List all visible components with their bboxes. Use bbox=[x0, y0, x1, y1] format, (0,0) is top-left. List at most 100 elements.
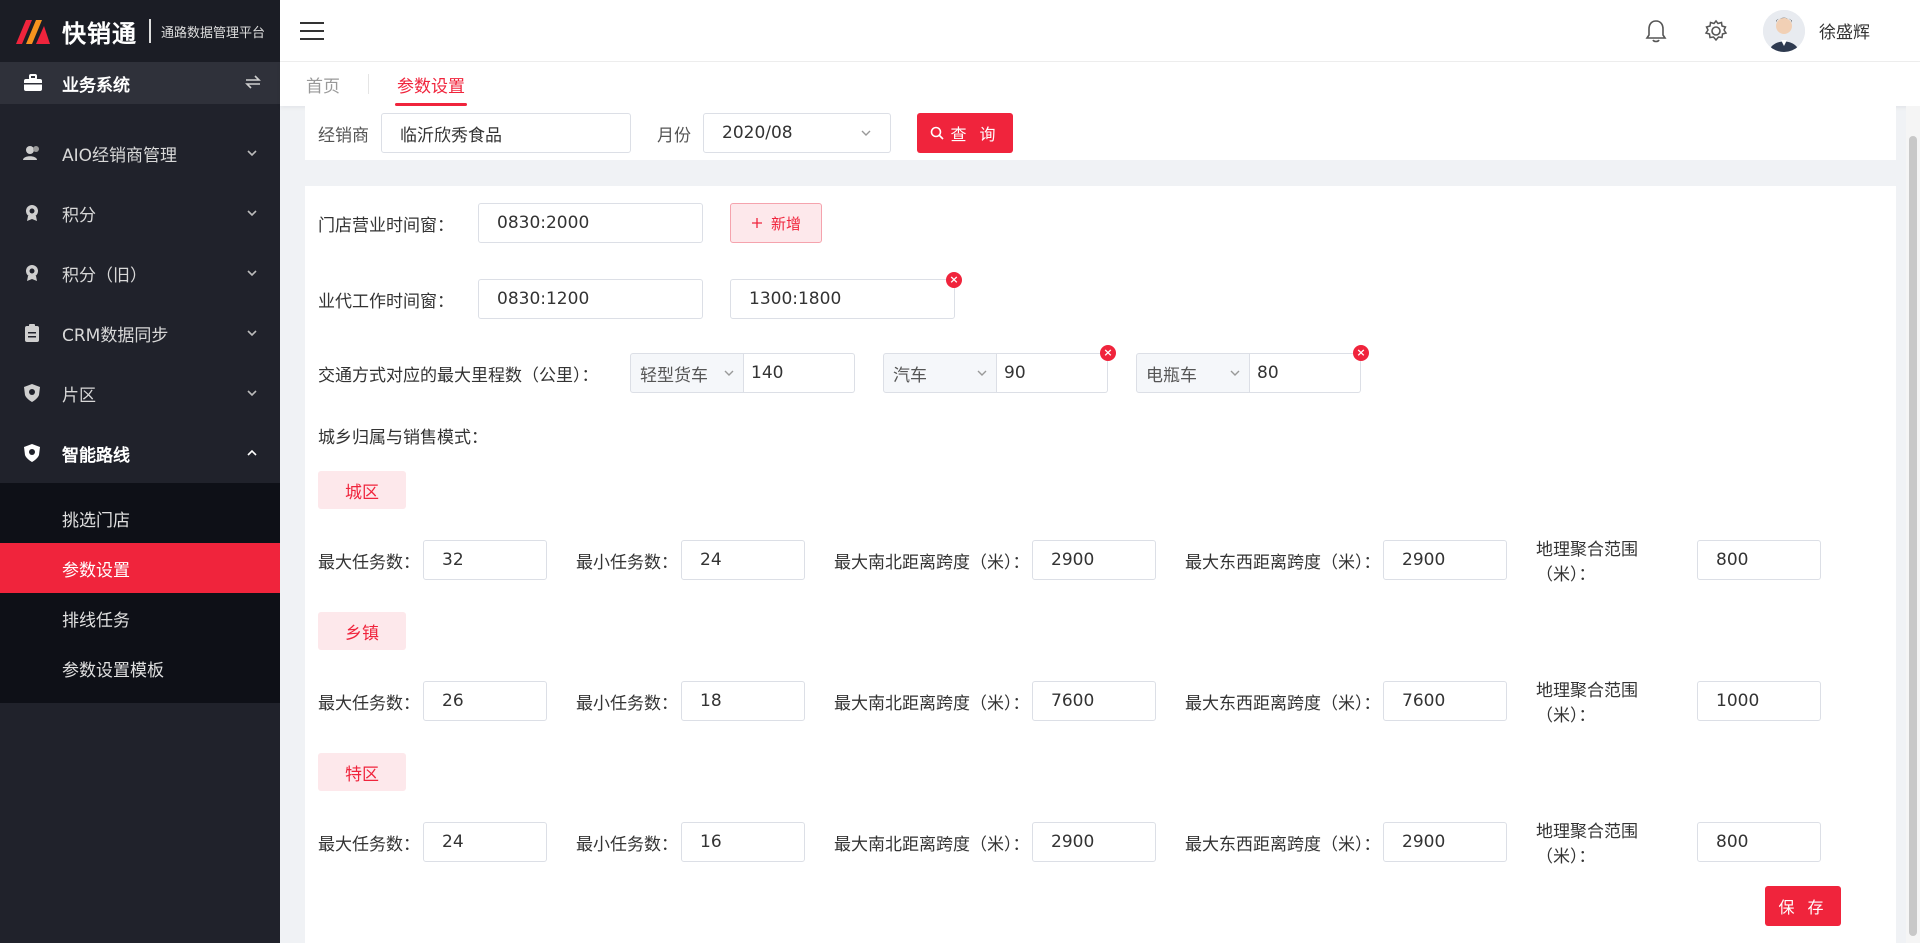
min-tasks-input[interactable]: 18 bbox=[681, 681, 805, 721]
cluster-value: 1000 bbox=[1716, 691, 1760, 711]
bell-icon[interactable] bbox=[1643, 18, 1669, 44]
switch-icon[interactable] bbox=[244, 73, 262, 94]
min-tasks-input[interactable]: 24 bbox=[681, 540, 805, 580]
ew-span-input[interactable]: 2900 bbox=[1383, 822, 1507, 862]
user-name[interactable]: 徐盛辉 bbox=[1819, 18, 1870, 43]
search-icon bbox=[931, 126, 945, 140]
transport-row: 交通方式对应的最大里程数（公里）： 轻型货车 140 汽车 90 × 电瓶车 8… bbox=[318, 345, 1369, 393]
sidebar-item-select-store[interactable]: 挑选门店 bbox=[0, 493, 280, 543]
transport-mode-select[interactable]: 电瓶车 bbox=[1136, 353, 1250, 393]
sidebar-item-label: CRM数据同步 bbox=[62, 325, 169, 346]
app-name: 快销通 bbox=[62, 19, 137, 48]
cluster-label: 地理聚合范围（米）： bbox=[1536, 540, 1638, 585]
remove-icon[interactable]: × bbox=[946, 272, 962, 288]
query-label: 查 询 bbox=[950, 125, 1000, 144]
medal-icon bbox=[22, 263, 42, 283]
logo: 快销通 通路数据管理平台 bbox=[0, 0, 280, 62]
sidebar-item-points[interactable]: 积分 bbox=[0, 183, 280, 243]
ns-span-input[interactable]: 2900 bbox=[1032, 540, 1156, 580]
cluster-input[interactable]: 800 bbox=[1697, 822, 1821, 862]
ns-span-field: 最大南北距离跨度（米）： 2900 bbox=[834, 822, 1185, 862]
store-hours-input[interactable]: 0830:2000 bbox=[478, 203, 703, 243]
ew-span-input[interactable]: 7600 bbox=[1383, 681, 1507, 721]
save-label: 保 存 bbox=[1778, 898, 1828, 917]
agent-hours-input-2[interactable]: 1300:1800 × bbox=[730, 272, 962, 319]
min-tasks-input[interactable]: 16 bbox=[681, 822, 805, 862]
cluster-field: 地理聚合范围（米）： 800 bbox=[1536, 817, 1821, 867]
max-tasks-input[interactable]: 24 bbox=[423, 822, 547, 862]
sidebar-item-route-task[interactable]: 排线任务 bbox=[0, 593, 280, 643]
tab-param-settings[interactable]: 参数设置 bbox=[395, 62, 467, 106]
ns-span-label: 最大南北距离跨度（米）： bbox=[834, 834, 1030, 855]
remove-icon[interactable]: × bbox=[1100, 345, 1116, 361]
zone-fields-special: 最大任务数： 24 最小任务数： 16 最大南北距离跨度（米）： 2900 最大东西距… bbox=[318, 817, 1821, 867]
transport-mode-value: 轻型货车 bbox=[640, 365, 708, 386]
chevron-down-icon bbox=[724, 370, 734, 376]
transport-distance-input[interactable]: 80 bbox=[1250, 353, 1361, 393]
system-switcher[interactable]: 业务系统 bbox=[0, 62, 280, 104]
shield-icon bbox=[22, 443, 42, 463]
shield-icon bbox=[22, 383, 42, 403]
min-tasks-value: 16 bbox=[700, 832, 722, 852]
ew-span-value: 2900 bbox=[1402, 550, 1446, 570]
tab-home[interactable]: 首页 bbox=[304, 62, 342, 106]
gear-icon[interactable] bbox=[1703, 18, 1729, 44]
max-tasks-input[interactable]: 32 bbox=[423, 540, 547, 580]
agent-hours-value: 1300:1800 bbox=[749, 289, 842, 309]
zone-tag-urban: 城区 bbox=[318, 471, 406, 509]
store-hours-label: 门店营业时间窗： bbox=[318, 215, 454, 236]
max-tasks-value: 32 bbox=[442, 550, 464, 570]
sidebar-item-smart-route[interactable]: 智能路线 bbox=[0, 423, 280, 483]
max-tasks-input[interactable]: 26 bbox=[423, 681, 547, 721]
sidebar-item-points-old[interactable]: 积分（旧） bbox=[0, 243, 280, 303]
transport-distance-value: 140 bbox=[751, 363, 784, 383]
agent-hours-input-1[interactable]: 0830:1200 bbox=[478, 279, 703, 319]
save-button[interactable]: 保 存 bbox=[1765, 886, 1841, 926]
menu-toggle-icon[interactable] bbox=[300, 21, 324, 40]
cluster-input[interactable]: 800 bbox=[1697, 540, 1821, 580]
min-tasks-field: 最小任务数： 24 bbox=[576, 540, 834, 580]
sidebar-item-param-settings[interactable]: 参数设置 bbox=[0, 543, 280, 593]
page-tabs: 首页 参数设置 bbox=[280, 62, 1920, 106]
remove-icon[interactable]: × bbox=[1353, 345, 1369, 361]
plus-icon bbox=[751, 218, 762, 228]
transport-mode-select[interactable]: 汽车 bbox=[883, 353, 997, 393]
dealer-label: 经销商 bbox=[318, 125, 369, 146]
ns-span-value: 2900 bbox=[1051, 550, 1095, 570]
ew-span-value: 2900 bbox=[1402, 832, 1446, 852]
month-select[interactable]: 2020/08 bbox=[703, 113, 891, 153]
scrollbar[interactable] bbox=[1906, 106, 1920, 943]
max-tasks-label: 最大任务数： bbox=[318, 834, 420, 855]
zone-section-row: 城乡归属与销售模式： bbox=[318, 423, 488, 448]
cluster-label: 地理聚合范围（米）： bbox=[1536, 681, 1638, 726]
ns-span-field: 最大南北距离跨度（米）： 7600 bbox=[834, 681, 1185, 721]
max-tasks-value: 26 bbox=[442, 691, 464, 711]
zone-fields-town: 最大任务数： 26 最小任务数： 18 最大南北距离跨度（米）： 7600 最大东西距… bbox=[318, 676, 1821, 726]
store-hours-value: 0830:2000 bbox=[497, 213, 590, 233]
transport-distance-input[interactable]: 90 bbox=[997, 353, 1108, 393]
dealer-value: 临沂欣秀食品 bbox=[400, 125, 502, 146]
min-tasks-value: 18 bbox=[700, 691, 722, 711]
sidebar-item-crm-sync[interactable]: CRM数据同步 bbox=[0, 303, 280, 363]
scrollbar-thumb[interactable] bbox=[1909, 136, 1917, 936]
dealer-input[interactable]: 临沂欣秀食品 bbox=[381, 113, 631, 153]
sidebar-item-param-template[interactable]: 参数设置模板 bbox=[0, 643, 280, 693]
cluster-field: 地理聚合范围（米）： 800 bbox=[1536, 535, 1821, 585]
query-button[interactable]: 查 询 bbox=[917, 113, 1013, 153]
sidebar: 快销通 通路数据管理平台 业务系统 AIO经销商管理 积分 积分（旧） CRM数… bbox=[0, 0, 280, 943]
transport-mode-select[interactable]: 轻型货车 bbox=[630, 353, 744, 393]
ns-span-input[interactable]: 2900 bbox=[1032, 822, 1156, 862]
transport-distance-input[interactable]: 140 bbox=[744, 353, 855, 393]
min-tasks-label: 最小任务数： bbox=[576, 552, 678, 573]
min-tasks-label: 最小任务数： bbox=[576, 693, 678, 714]
max-tasks-label: 最大任务数： bbox=[318, 693, 420, 714]
ew-span-value: 7600 bbox=[1402, 691, 1446, 711]
avatar[interactable] bbox=[1763, 9, 1805, 52]
ns-span-input[interactable]: 7600 bbox=[1032, 681, 1156, 721]
transport-distance-value: 80 bbox=[1257, 363, 1279, 383]
add-time-window-button[interactable]: 新增 bbox=[730, 203, 822, 243]
ew-span-input[interactable]: 2900 bbox=[1383, 540, 1507, 580]
cluster-input[interactable]: 1000 bbox=[1697, 681, 1821, 721]
sidebar-item-aio-dealer[interactable]: AIO经销商管理 bbox=[0, 123, 280, 183]
sidebar-item-district[interactable]: 片区 bbox=[0, 363, 280, 423]
